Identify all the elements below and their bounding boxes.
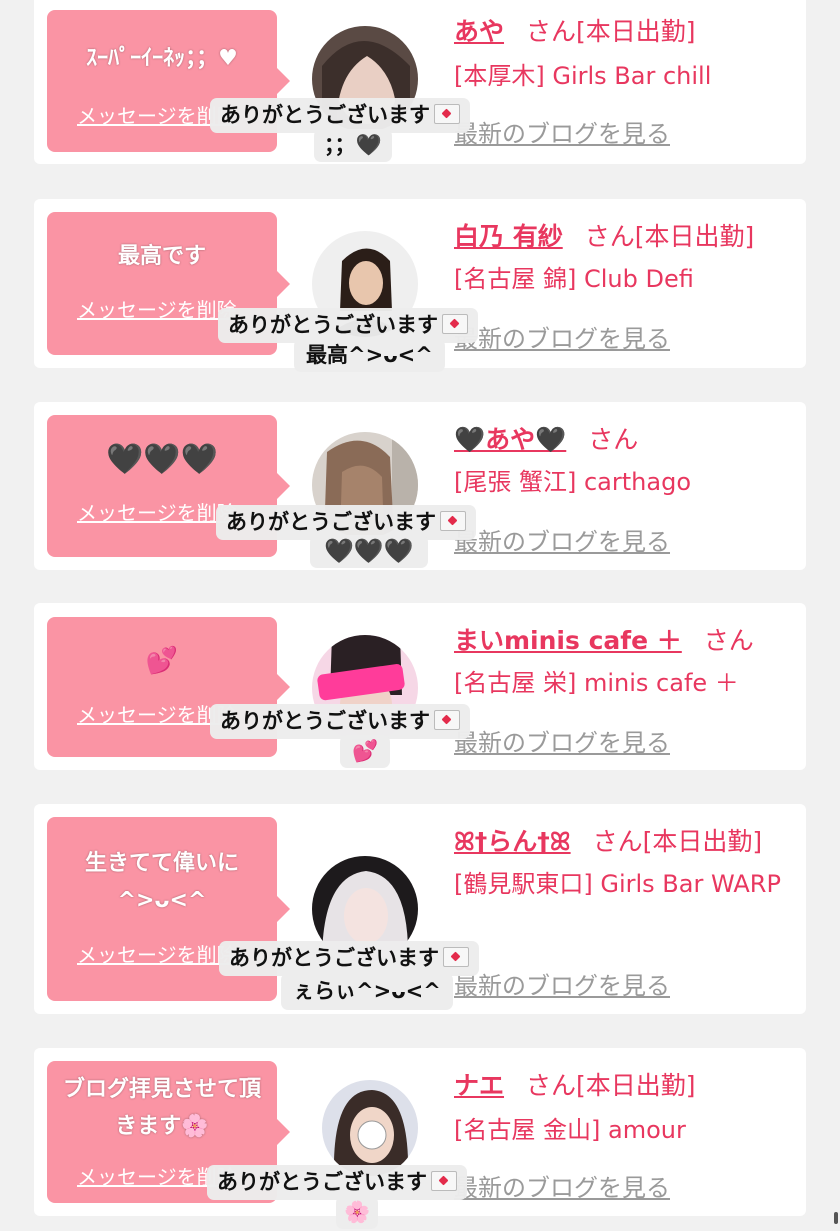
girl-name-link[interactable]: ꕤ†らん†ꕤ: [454, 827, 571, 856]
toast-title: ありがとうございます: [226, 510, 436, 534]
shop-label: [本厚木] Girls Bar chill: [454, 62, 712, 90]
thanks-toast: ありがとうございます: [210, 98, 470, 133]
view-blog-link[interactable]: 最新のブログを見る: [454, 522, 670, 557]
toast-sub-text: ぇらぃ^>ᴗ<^: [293, 979, 441, 1003]
shop-label: [名古屋 錦] Club Defi: [454, 265, 694, 293]
bubble-message-text: 💕: [145, 646, 179, 676]
scrollbar-thumb[interactable]: [834, 1212, 838, 1224]
view-blog-link[interactable]: 最新のブログを見る: [454, 1168, 670, 1203]
envelope-heart-icon: [443, 947, 469, 967]
avatar[interactable]: [322, 1080, 418, 1176]
thanks-toast-sub: 💕: [340, 735, 391, 768]
message-card-4: 💕 メッセージを削除 まいminis cafe ＋さん [名古屋 栄] mini…: [34, 603, 806, 770]
shop-label: [名古屋 金山] amour: [454, 1116, 686, 1144]
san-label: さん: [592, 827, 643, 856]
toast-sub-text: 🖤🖤🖤: [324, 537, 414, 565]
san-label: さん: [526, 17, 577, 46]
thanks-toast-sub: 最高^>ᴗ<^: [294, 339, 445, 372]
toast-sub-text: 💕: [352, 739, 379, 763]
envelope-heart-icon: [434, 104, 460, 124]
view-blog-link[interactable]: 最新のブログを見る: [454, 319, 670, 354]
status-label: [本日出勤]: [576, 1071, 696, 1100]
san-label: さん: [703, 626, 754, 655]
thanks-toast-sub: 🖤🖤🖤: [310, 535, 428, 568]
thanks-toast: ありがとうございます: [218, 308, 478, 343]
thanks-toast-sub: ぇらぃ^>ᴗ<^: [281, 973, 453, 1010]
san-label: さん: [588, 425, 639, 454]
toast-sub-text: 🌸: [344, 1200, 371, 1224]
message-card-1: ｽｰﾊﾟｰｲｰﾈｯ；；♥ メッセージを削除 あや さん[本日出勤] [本厚木] G…: [34, 0, 806, 164]
san-label: さん: [526, 1071, 577, 1100]
shop-label: [尾張 蟹江] carthago: [454, 468, 691, 496]
shop-label: [名古屋 栄] minis cafe ＋: [454, 669, 739, 697]
envelope-heart-icon: [431, 1171, 457, 1191]
toast-title: ありがとうございます: [228, 313, 438, 337]
name-line: まいminis cafe ＋ さん: [454, 621, 754, 657]
view-blog-link[interactable]: 最新のブログを見る: [454, 723, 670, 758]
view-blog-link[interactable]: 最新のブログを見る: [454, 966, 670, 1001]
bubble-message-text: 最高です: [117, 244, 206, 269]
name-line: あや さん[本日出勤]: [454, 12, 696, 48]
girl-name-link[interactable]: 🖤あや🖤: [454, 425, 566, 454]
toast-title: ありがとうございます: [217, 1170, 427, 1194]
envelope-heart-icon: [442, 314, 468, 334]
girl-name-link[interactable]: あや: [454, 17, 504, 46]
bubble-message-text: ｽｰﾊﾟｰｲｰﾈｯ；；♥: [86, 46, 238, 71]
thanks-toast: ありがとうございます: [207, 1165, 467, 1200]
toast-title: ありがとうございます: [220, 709, 430, 733]
name-line: 🖤あや🖤 さん: [454, 420, 638, 456]
girl-name-link[interactable]: ナエ: [454, 1071, 504, 1100]
thanks-toast-sub: ；；🖤: [314, 129, 392, 162]
name-line: ナエ さん[本日出勤]: [454, 1066, 696, 1102]
view-blog-link[interactable]: 最新のブログを見る: [454, 114, 670, 149]
san-label: さん: [584, 222, 635, 251]
toast-sub-text: ；；🖤: [324, 133, 382, 157]
bubble-message-text: ブログ拝見させて頂きます🌸: [62, 1077, 261, 1139]
shop-label: [鶴見駅東口] Girls Bar WARP: [454, 870, 781, 898]
envelope-heart-icon: [434, 710, 460, 730]
status-label: [本日出勤]: [576, 17, 696, 46]
thanks-toast: ありがとうございます: [210, 704, 470, 739]
toast-title: ありがとうございます: [220, 103, 430, 127]
status-label: [本日出勤]: [642, 827, 763, 856]
toast-sub-text: 最高^>ᴗ<^: [306, 343, 433, 367]
bubble-message-text: 生きてて偉いに^>ᴗ<^: [84, 851, 239, 913]
girl-name-link[interactable]: まいminis cafe ＋: [454, 626, 682, 655]
envelope-heart-icon: [440, 511, 466, 531]
girl-name-link[interactable]: 白乃 有紗: [454, 222, 563, 251]
thanks-toast-sub: 🌸: [336, 1196, 379, 1229]
status-label: [本日出勤]: [634, 222, 755, 251]
name-line: ꕤ†らん†ꕤ さん[本日出勤]: [454, 822, 762, 858]
thanks-toast: ありがとうございます: [219, 941, 479, 976]
bubble-message-text: 🖤🖤🖤: [105, 442, 219, 477]
toast-title: ありがとうございます: [229, 946, 439, 970]
avatar-photo: [322, 1080, 418, 1176]
name-line: 白乃 有紗 さん[本日出勤]: [454, 217, 754, 253]
